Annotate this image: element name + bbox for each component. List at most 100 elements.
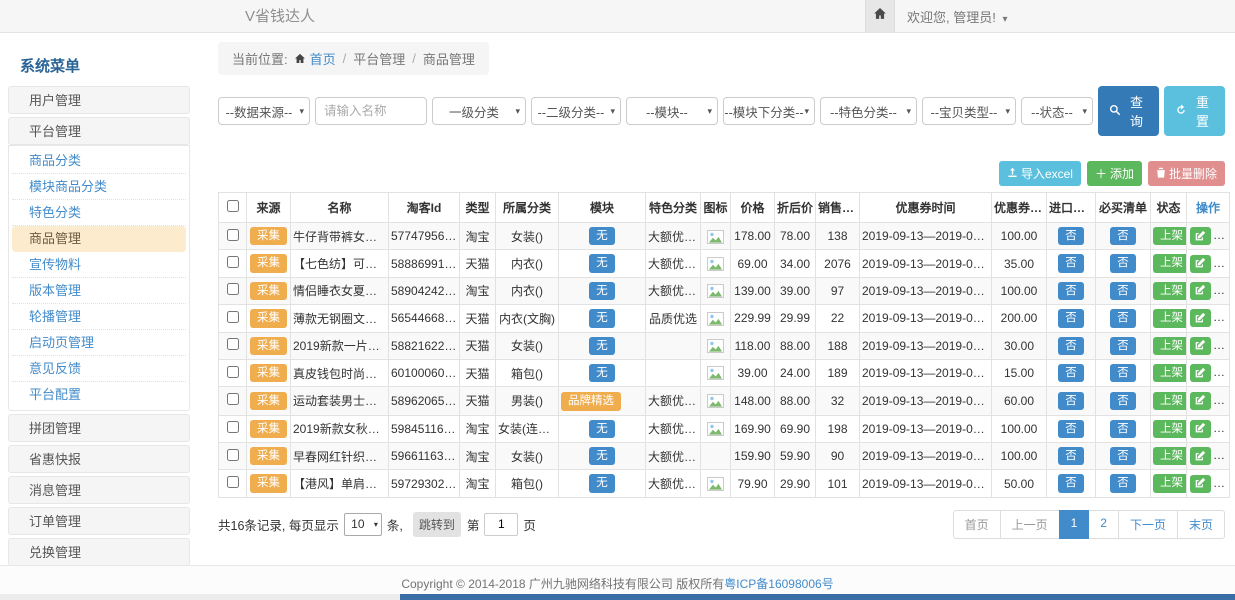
import-select-toggle[interactable]: 否 [1058, 309, 1084, 327]
edit-button[interactable] [1190, 392, 1211, 410]
status-badge[interactable]: 上架 [1153, 364, 1187, 382]
row-checkbox[interactable] [227, 338, 239, 350]
filter-select-3[interactable]: --二级分类--▾ [531, 97, 621, 125]
filter-select-6[interactable]: --特色分类--▾ [820, 97, 917, 125]
sidebar-subitem-5[interactable]: 版本管理 [12, 278, 186, 304]
status-badge[interactable]: 上架 [1153, 282, 1187, 300]
import-select-toggle[interactable]: 否 [1058, 420, 1084, 438]
row-checkbox[interactable] [227, 421, 239, 433]
home-button[interactable] [865, 0, 895, 32]
next-page-button[interactable]: 下一页 [1118, 510, 1178, 539]
reset-button[interactable]: 重置 [1164, 86, 1225, 136]
sidebar-group-2[interactable]: 拼团管理 [8, 414, 190, 442]
must-buy-toggle[interactable]: 否 [1110, 337, 1136, 355]
edit-button[interactable] [1190, 364, 1211, 382]
row-checkbox[interactable] [227, 449, 239, 461]
status-badge[interactable]: 上架 [1153, 254, 1187, 272]
page-1-button[interactable]: 1 [1059, 510, 1090, 539]
breadcrumb-item-goods: 商品管理 [423, 49, 475, 68]
sidebar-group-0[interactable]: 用户管理 [8, 86, 190, 114]
scrollbar-thumb[interactable] [400, 594, 1235, 600]
coupon-time-cell: 2019-09-13—2019-09-20 [860, 359, 992, 386]
sidebar-subitem-8[interactable]: 意见反馈 [12, 356, 186, 382]
breadcrumb-home-link[interactable]: 首页 [310, 49, 336, 68]
edit-button[interactable] [1190, 255, 1211, 273]
status-badge[interactable]: 上架 [1153, 227, 1187, 245]
sidebar-subitem-6[interactable]: 轮播管理 [12, 304, 186, 330]
import-select-toggle[interactable]: 否 [1058, 254, 1084, 272]
row-checkbox[interactable] [227, 366, 239, 378]
row-checkbox[interactable] [227, 283, 239, 295]
must-buy-toggle[interactable]: 否 [1110, 364, 1136, 382]
sidebar-subitem-0[interactable]: 商品分类 [12, 148, 186, 174]
edit-button[interactable] [1190, 475, 1211, 493]
sidebar-group-6[interactable]: 兑换管理 [8, 538, 190, 566]
sidebar-subitem-7[interactable]: 启动页管理 [12, 330, 186, 356]
jump-button[interactable]: 跳转到 [413, 512, 461, 537]
page-2-button[interactable]: 2 [1088, 510, 1119, 539]
import-select-toggle[interactable]: 否 [1058, 392, 1084, 410]
filter-select-8[interactable]: --状态--▾ [1021, 97, 1093, 125]
edit-button[interactable] [1190, 227, 1211, 245]
row-checkbox[interactable] [227, 476, 239, 488]
edit-button[interactable] [1190, 420, 1211, 438]
sidebar-group-5[interactable]: 订单管理 [8, 507, 190, 535]
edit-button[interactable] [1190, 282, 1211, 300]
import-select-toggle[interactable]: 否 [1058, 227, 1084, 245]
must-buy-toggle[interactable]: 否 [1110, 227, 1136, 245]
prev-page-button[interactable]: 上一页 [1000, 510, 1060, 539]
last-page-button[interactable]: 末页 [1177, 510, 1225, 539]
name-search-input[interactable] [315, 97, 427, 125]
must-buy-toggle[interactable]: 否 [1110, 447, 1136, 465]
import-excel-button[interactable]: 导入excel [999, 161, 1081, 186]
filter-select-4[interactable]: --模块--▾ [626, 97, 718, 125]
status-badge[interactable]: 上架 [1153, 420, 1187, 438]
sidebar-subitem-1[interactable]: 模块商品分类 [12, 174, 186, 200]
import-select-toggle[interactable]: 否 [1058, 282, 1084, 300]
status-badge[interactable]: 上架 [1153, 474, 1187, 492]
first-page-button[interactable]: 首页 [953, 510, 1001, 539]
import-select-toggle[interactable]: 否 [1058, 447, 1084, 465]
edit-button[interactable] [1190, 447, 1211, 465]
must-buy-toggle[interactable]: 否 [1110, 282, 1136, 300]
must-buy-toggle[interactable]: 否 [1110, 309, 1136, 327]
status-badge[interactable]: 上架 [1153, 447, 1187, 465]
edit-button[interactable] [1190, 309, 1211, 327]
filter-select-2[interactable]: 一级分类▾ [432, 97, 526, 125]
page-size-select[interactable]: 10 ▾ [344, 513, 382, 536]
filter-select-7[interactable]: --宝贝类型--▾ [922, 97, 1016, 125]
must-buy-cell: 否 [1096, 359, 1151, 386]
page-number-input[interactable] [484, 513, 518, 536]
must-buy-toggle[interactable]: 否 [1110, 420, 1136, 438]
sidebar-subitem-4[interactable]: 宣传物料 [12, 252, 186, 278]
row-checkbox[interactable] [227, 256, 239, 268]
batch-delete-button[interactable]: 批量删除 [1148, 161, 1225, 186]
user-menu[interactable]: 欢迎您, 管理员! ▾ [895, 7, 1020, 26]
import-select-toggle[interactable]: 否 [1058, 364, 1084, 382]
row-checkbox[interactable] [227, 393, 239, 405]
status-badge[interactable]: 上架 [1153, 337, 1187, 355]
must-buy-toggle[interactable]: 否 [1110, 254, 1136, 272]
filter-select-5[interactable]: --模块下分类--▾ [723, 97, 815, 125]
sidebar-group-3[interactable]: 省惠快报 [8, 445, 190, 473]
row-checkbox[interactable] [227, 311, 239, 323]
filter-select-label: --宝贝类型-- [931, 102, 998, 121]
add-button[interactable]: ＋ 添加 [1087, 161, 1142, 186]
import-select-toggle[interactable]: 否 [1058, 337, 1084, 355]
status-badge[interactable]: 上架 [1153, 392, 1187, 410]
select-all-checkbox[interactable] [227, 200, 239, 212]
sidebar-subitem-3[interactable]: 商品管理 [12, 226, 186, 252]
sidebar-subitem-9[interactable]: 平台配置 [12, 382, 186, 408]
status-badge[interactable]: 上架 [1153, 309, 1187, 327]
filter-select-0[interactable]: --数据来源--▾ [218, 97, 310, 125]
import-select-toggle[interactable]: 否 [1058, 474, 1084, 492]
sidebar-group-4[interactable]: 消息管理 [8, 476, 190, 504]
query-button[interactable]: 查询 [1098, 86, 1159, 136]
must-buy-toggle[interactable]: 否 [1110, 474, 1136, 492]
must-buy-toggle[interactable]: 否 [1110, 392, 1136, 410]
row-checkbox[interactable] [227, 229, 239, 241]
sidebar-group-1[interactable]: 平台管理 [8, 117, 190, 145]
icp-link[interactable]: 粤ICP备16098006号 [724, 575, 833, 592]
sidebar-subitem-2[interactable]: 特色分类 [12, 200, 186, 226]
edit-button[interactable] [1190, 337, 1211, 355]
